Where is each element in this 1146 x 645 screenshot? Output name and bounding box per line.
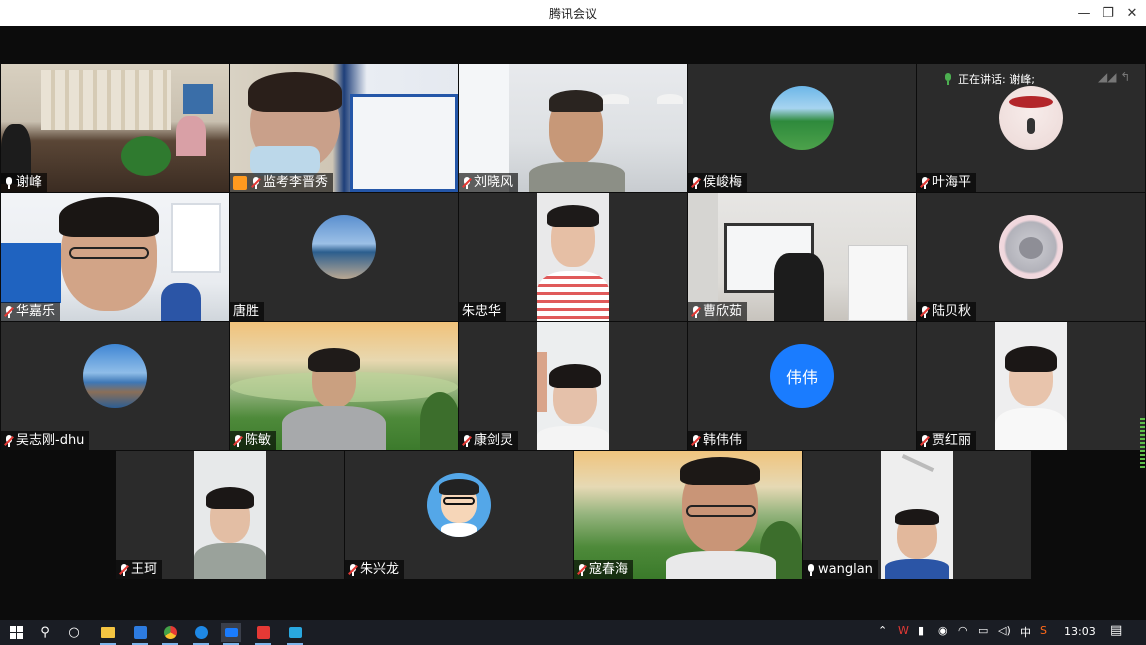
participant-avatar [427,473,491,537]
participant-tile[interactable]: 陈敏 [230,322,458,450]
signal-strength-icon: ◢◢ ↰ [1098,70,1131,84]
meeting-app-icon[interactable] [285,623,305,645]
participant-tile[interactable]: 寇春海 [574,451,802,579]
window-title: 腾讯会议 [548,7,597,21]
mic-muted-icon [233,434,243,447]
participant-name-label: 监考李晋秀 [230,173,334,192]
participant-tile[interactable]: 康剑灵 [459,322,687,450]
mic-muted-icon [920,305,930,318]
windows-start-icon[interactable] [6,623,26,642]
mic-muted-icon [691,305,701,318]
participant-tile[interactable]: 唐胜 [230,193,458,321]
participant-name-label: 谢峰 [1,173,48,192]
participant-tile[interactable]: 伟伟 韩伟伟 [688,322,916,450]
participant-name-label: 刘晓风 [459,173,519,192]
participant-tile[interactable]: 华嘉乐 [1,193,229,321]
app-icon[interactable] [130,623,150,645]
participant-tile[interactable]: 朱兴龙 [345,451,573,579]
participant-tile[interactable]: 曹欣茹 [688,193,916,321]
participant-tile[interactable]: 王珂 [116,451,344,579]
participant-name-label: 寇春海 [574,560,634,579]
taskbar-clock[interactable]: 13:03 [1064,625,1096,638]
show-hidden-icons-icon[interactable]: ⌃ [878,624,887,637]
participant-tile[interactable]: 侯峻梅 [688,64,916,192]
participant-avatar [770,86,834,150]
participant-name-label: 叶海平 [917,173,977,192]
participant-name-label: wanglan [803,560,878,579]
wps-icon[interactable] [253,623,273,645]
task-view-icon[interactable]: ○ [64,623,84,642]
participant-name-label: 唐胜 [230,302,265,321]
security-icon[interactable]: ◉ [938,624,948,637]
participant-name-label: 吴志刚-dhu [1,431,90,450]
video-feed [881,451,953,579]
participant-avatar [312,215,376,279]
mic-muted-icon [251,176,261,189]
participant-tile[interactable]: 陆贝秋 [917,193,1145,321]
mic-muted-icon [691,434,701,447]
mic-muted-icon [4,434,14,447]
browser-icon[interactable] [191,623,211,645]
speaking-mic-icon [944,73,952,85]
volume-icon[interactable]: ◁) [998,624,1011,637]
mic-muted-icon [577,563,587,576]
user-badge-icon [233,175,247,190]
participant-name-label: 华嘉乐 [1,302,61,321]
ime-tray-icon[interactable]: S [1040,624,1047,637]
participant-name-label: 陈敏 [230,431,277,450]
mic-muted-icon [920,176,930,189]
participant-tile[interactable]: 谢峰 [1,64,229,192]
participant-avatar [83,344,147,408]
participant-tile[interactable]: 监考李晋秀 [230,64,458,192]
mic-muted-icon [348,563,358,576]
participant-name-label: 朱忠华 [459,302,507,321]
participant-name-label: 曹欣茹 [688,302,748,321]
participant-name-label: 陆贝秋 [917,302,977,321]
mic-muted-icon [462,434,472,447]
participant-tile[interactable]: 朱忠华 [459,193,687,321]
window-title-bar: 腾讯会议 — ❐ ✕ [0,0,1146,26]
close-button[interactable]: ✕ [1118,0,1146,26]
tencent-meeting-icon[interactable] [221,623,241,645]
participant-tile[interactable]: 吴志刚-dhu [1,322,229,450]
participant-name-label: 韩伟伟 [688,431,748,450]
participant-avatar [999,215,1063,279]
windows-taskbar: ⚲ ○ ⌃ W ▮ ◉ ◠ ▭ ◁) 中 S 13:03 ▤ [0,620,1146,645]
file-explorer-icon[interactable] [98,623,118,645]
participant-name-label: 侯峻梅 [688,173,748,192]
volume-meter [1140,418,1145,468]
participant-name-label: 康剑灵 [459,431,519,450]
wifi-icon[interactable]: ◠ [958,624,968,637]
speaking-indicator: 正在讲话: 谢峰; [944,68,1064,90]
mic-muted-icon [119,563,129,576]
participant-name-label: 朱兴龙 [345,560,405,579]
video-feed [995,322,1067,450]
participant-avatar: 伟伟 [770,344,834,408]
participant-name-label: 贾红丽 [917,431,977,450]
mic-icon [4,176,14,189]
video-feed [537,193,609,321]
participant-tile[interactable]: wanglan [803,451,1031,579]
chrome-icon[interactable] [160,623,180,645]
mic-muted-icon [920,434,930,447]
usb-icon[interactable]: ▮ [918,624,924,637]
battery-icon[interactable]: ▭ [978,624,988,637]
video-gallery: 谢峰 监考李晋秀 刘晓风 侯峻梅 叶海平 华嘉乐 唐胜 朱忠华 曹欣茹 陆贝秋 … [0,26,1146,620]
notification-icon[interactable]: ▤ [1110,623,1122,638]
participant-name-label: 王珂 [116,560,163,579]
input-method-indicator[interactable]: 中 [1020,624,1031,640]
wps-tray-icon[interactable]: W [898,624,909,637]
mic-muted-icon [462,176,472,189]
search-icon[interactable]: ⚲ [35,623,55,642]
video-feed [537,322,609,450]
mic-icon [806,563,816,576]
mic-muted-icon [691,176,701,189]
participant-tile[interactable]: 刘晓风 [459,64,687,192]
participant-avatar [999,86,1063,150]
participant-tile[interactable]: 贾红丽 [917,322,1145,450]
mic-muted-icon [4,305,14,318]
video-feed [194,451,266,579]
